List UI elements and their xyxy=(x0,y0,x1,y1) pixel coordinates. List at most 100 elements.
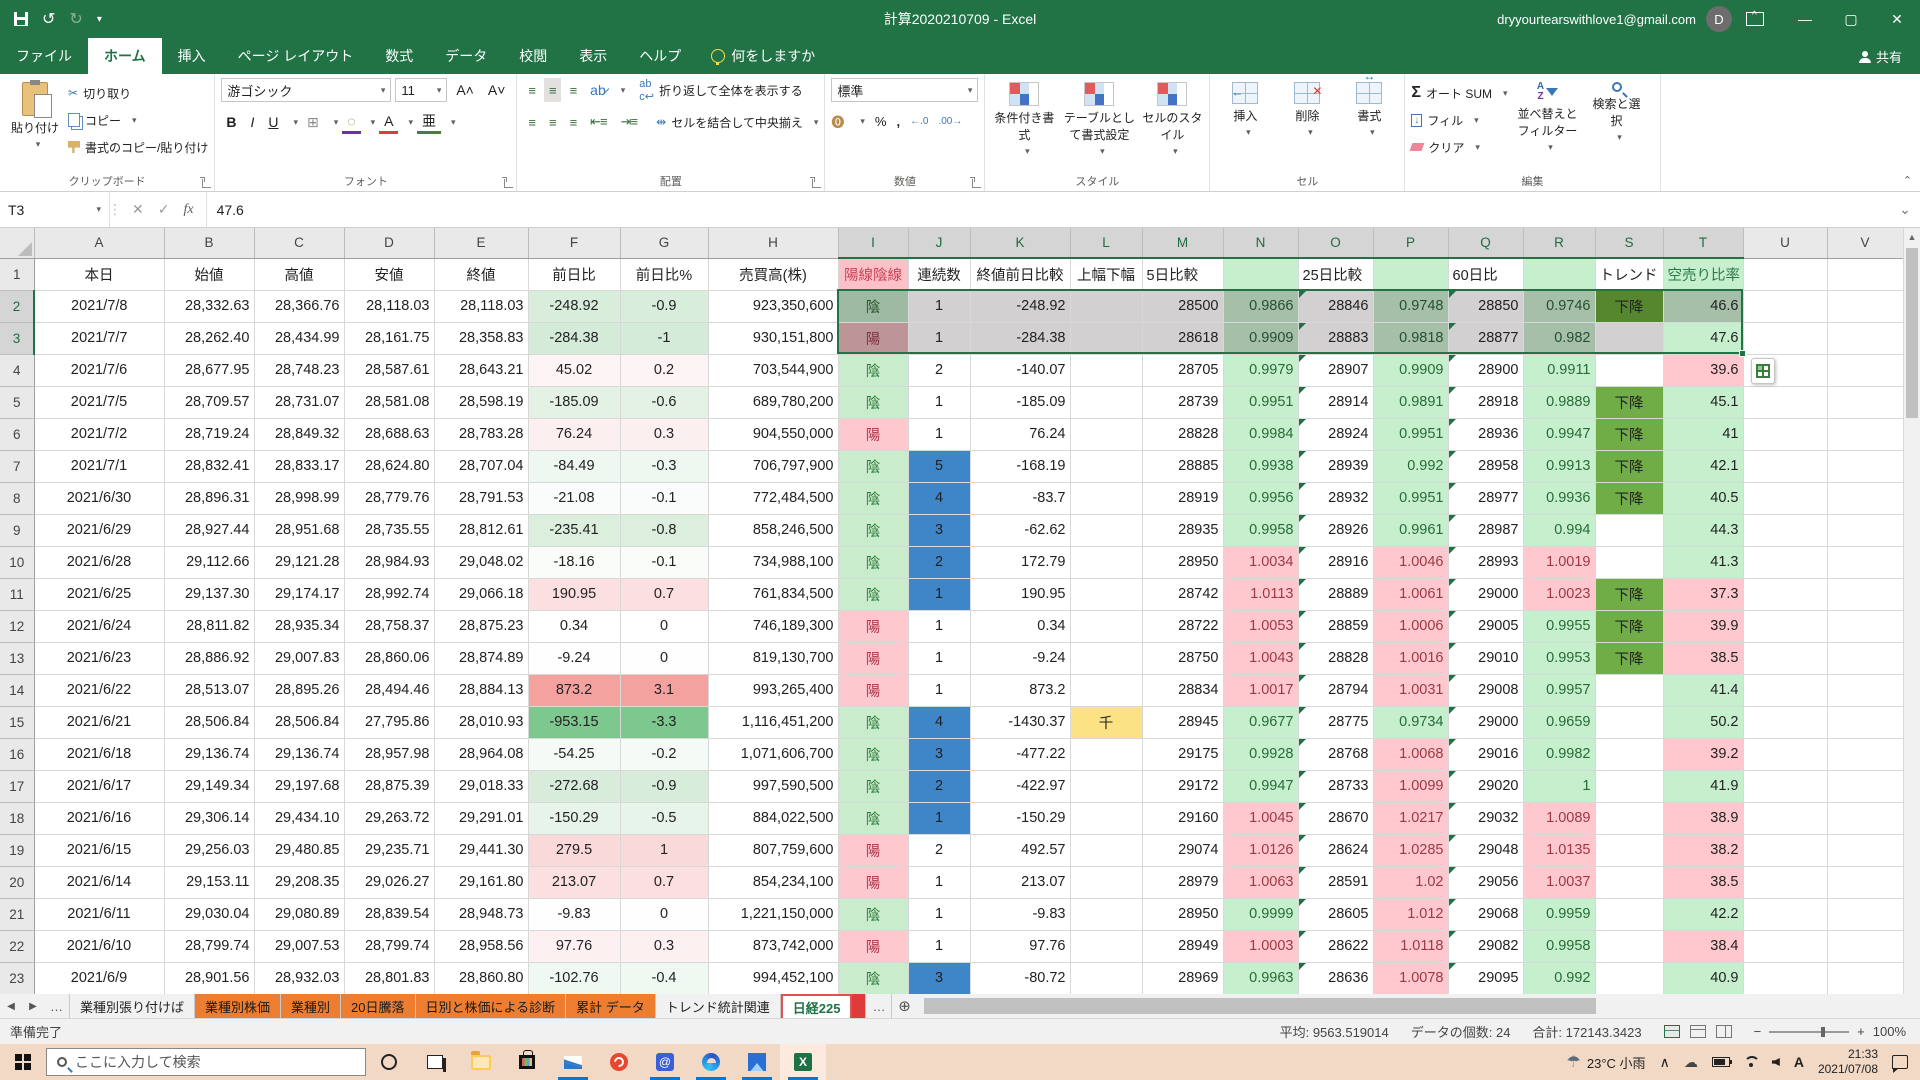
cell-O5[interactable]: 28914 xyxy=(1298,386,1373,418)
cell-C13[interactable]: 29,007.83 xyxy=(254,642,344,674)
cell-V11[interactable] xyxy=(1827,578,1903,610)
sheet-tab-業種別張り付けば[interactable]: 業種別張り付けば xyxy=(70,994,195,1018)
align-right-icon[interactable]: ≡ xyxy=(565,110,582,134)
cell-I16[interactable]: 陰 xyxy=(838,738,908,770)
cell-F22[interactable]: 97.76 xyxy=(528,930,620,962)
cell-Q19[interactable]: 29048 xyxy=(1448,834,1523,866)
cell-S21[interactable] xyxy=(1595,898,1663,930)
cell-J18[interactable]: 1 xyxy=(908,802,970,834)
tab-data[interactable]: データ xyxy=(429,38,503,74)
cell-C11[interactable]: 29,174.17 xyxy=(254,578,344,610)
cell-D23[interactable]: 28,801.83 xyxy=(344,962,434,994)
cell-F15[interactable]: -953.15 xyxy=(528,706,620,738)
cell-O3[interactable]: 28883 xyxy=(1298,322,1373,354)
cell-B7[interactable]: 28,832.41 xyxy=(164,450,254,482)
cell-P20[interactable]: 1.02 xyxy=(1373,866,1448,898)
sheet-tab-業種別株価[interactable]: 業種別株価 xyxy=(195,994,281,1018)
cell-U14[interactable] xyxy=(1743,674,1827,706)
cell-A22[interactable]: 2021/6/10 xyxy=(34,930,164,962)
column-header-D[interactable]: D xyxy=(344,228,434,258)
decrease-font-icon[interactable]: A˅ xyxy=(483,78,511,102)
cell-N14[interactable]: 1.0017 xyxy=(1223,674,1298,706)
cell-P1[interactable] xyxy=(1373,258,1448,290)
cell-D2[interactable]: 28,118.03 xyxy=(344,290,434,322)
cell-R13[interactable]: 0.9953 xyxy=(1523,642,1595,674)
cell-J12[interactable]: 1 xyxy=(908,610,970,642)
cell-N10[interactable]: 1.0034 xyxy=(1223,546,1298,578)
cell-T21[interactable]: 42.2 xyxy=(1663,898,1743,930)
sheet-tab-red-stub[interactable] xyxy=(852,994,866,1018)
row-header-21[interactable]: 21 xyxy=(0,898,34,930)
cell-P21[interactable]: 1.012 xyxy=(1373,898,1448,930)
cell-C10[interactable]: 29,121.28 xyxy=(254,546,344,578)
formula-input[interactable]: 47.6 xyxy=(207,192,1890,227)
cell-Q14[interactable]: 29008 xyxy=(1448,674,1523,706)
cell-T2[interactable]: 46.6 xyxy=(1663,290,1743,322)
cell-D16[interactable]: 28,957.98 xyxy=(344,738,434,770)
cell-B15[interactable]: 28,506.84 xyxy=(164,706,254,738)
cell-I9[interactable]: 陰 xyxy=(838,514,908,546)
cell-O1[interactable]: 25日比較 xyxy=(1298,258,1373,290)
cell-M7[interactable]: 28885 xyxy=(1142,450,1223,482)
cell-P12[interactable]: 1.0006 xyxy=(1373,610,1448,642)
cell-V17[interactable] xyxy=(1827,770,1903,802)
cell-L14[interactable] xyxy=(1070,674,1142,706)
cell-Q22[interactable]: 29082 xyxy=(1448,930,1523,962)
cell-H9[interactable]: 858,246,500 xyxy=(708,514,838,546)
cell-M4[interactable]: 28705 xyxy=(1142,354,1223,386)
cell-K10[interactable]: 172.79 xyxy=(970,546,1070,578)
cell-C21[interactable]: 29,080.89 xyxy=(254,898,344,930)
cell-S23[interactable] xyxy=(1595,962,1663,994)
italic-button[interactable]: I xyxy=(245,110,259,134)
cell-E14[interactable]: 28,884.13 xyxy=(434,674,528,706)
cell-O8[interactable]: 28932 xyxy=(1298,482,1373,514)
cell-J14[interactable]: 1 xyxy=(908,674,970,706)
cell-I11[interactable]: 陰 xyxy=(838,578,908,610)
column-header-C[interactable]: C xyxy=(254,228,344,258)
ribbon-display-options-icon[interactable] xyxy=(1746,12,1764,26)
cell-D10[interactable]: 28,984.93 xyxy=(344,546,434,578)
close-button[interactable]: ✕ xyxy=(1874,0,1920,38)
cell-O20[interactable]: 28591 xyxy=(1298,866,1373,898)
network-icon[interactable] xyxy=(1744,1057,1758,1067)
cell-A3[interactable]: 2021/7/7 xyxy=(34,322,164,354)
cell-U16[interactable] xyxy=(1743,738,1827,770)
cell-V12[interactable] xyxy=(1827,610,1903,642)
cell-T7[interactable]: 42.1 xyxy=(1663,450,1743,482)
cell-L3[interactable] xyxy=(1070,322,1142,354)
tab-home[interactable]: ホーム xyxy=(88,38,162,74)
cell-R4[interactable]: 0.9911 xyxy=(1523,354,1595,386)
status-average[interactable]: 平均: 9563.519014 xyxy=(1280,1022,1389,1041)
cell-A2[interactable]: 2021/7/8 xyxy=(34,290,164,322)
cell-O22[interactable]: 28622 xyxy=(1298,930,1373,962)
cell-J4[interactable]: 2 xyxy=(908,354,970,386)
cell-D18[interactable]: 29,263.72 xyxy=(344,802,434,834)
cell-N9[interactable]: 0.9958 xyxy=(1223,514,1298,546)
onedrive-cloud-icon[interactable]: ☁ xyxy=(1684,1054,1698,1071)
cell-O10[interactable]: 28916 xyxy=(1298,546,1373,578)
merge-center-button[interactable]: ⇹セルを結合して中央揃え▾ xyxy=(656,111,818,133)
cell-H20[interactable]: 854,234,100 xyxy=(708,866,838,898)
cell-M19[interactable]: 29074 xyxy=(1142,834,1223,866)
cell-T14[interactable]: 41.4 xyxy=(1663,674,1743,706)
cell-U17[interactable] xyxy=(1743,770,1827,802)
cell-G14[interactable]: 3.1 xyxy=(620,674,708,706)
number-dialog-launcher-icon[interactable] xyxy=(972,179,981,188)
cell-L20[interactable] xyxy=(1070,866,1142,898)
cell-E11[interactable]: 29,066.18 xyxy=(434,578,528,610)
fill-button[interactable]: ↓フィル▾ xyxy=(1411,109,1507,131)
cell-L8[interactable] xyxy=(1070,482,1142,514)
cell-T20[interactable]: 38.5 xyxy=(1663,866,1743,898)
cell-T11[interactable]: 37.3 xyxy=(1663,578,1743,610)
save-icon[interactable] xyxy=(14,12,28,26)
cell-S19[interactable] xyxy=(1595,834,1663,866)
cell-H3[interactable]: 930,151,800 xyxy=(708,322,838,354)
cell-R3[interactable]: 0.982 xyxy=(1523,322,1595,354)
cell-F16[interactable]: -54.25 xyxy=(528,738,620,770)
column-header-J[interactable]: J xyxy=(908,228,970,258)
cell-D22[interactable]: 28,799.74 xyxy=(344,930,434,962)
cell-E3[interactable]: 28,358.83 xyxy=(434,322,528,354)
cell-P22[interactable]: 1.0118 xyxy=(1373,930,1448,962)
cell-A4[interactable]: 2021/7/6 xyxy=(34,354,164,386)
column-header-I[interactable]: I xyxy=(838,228,908,258)
